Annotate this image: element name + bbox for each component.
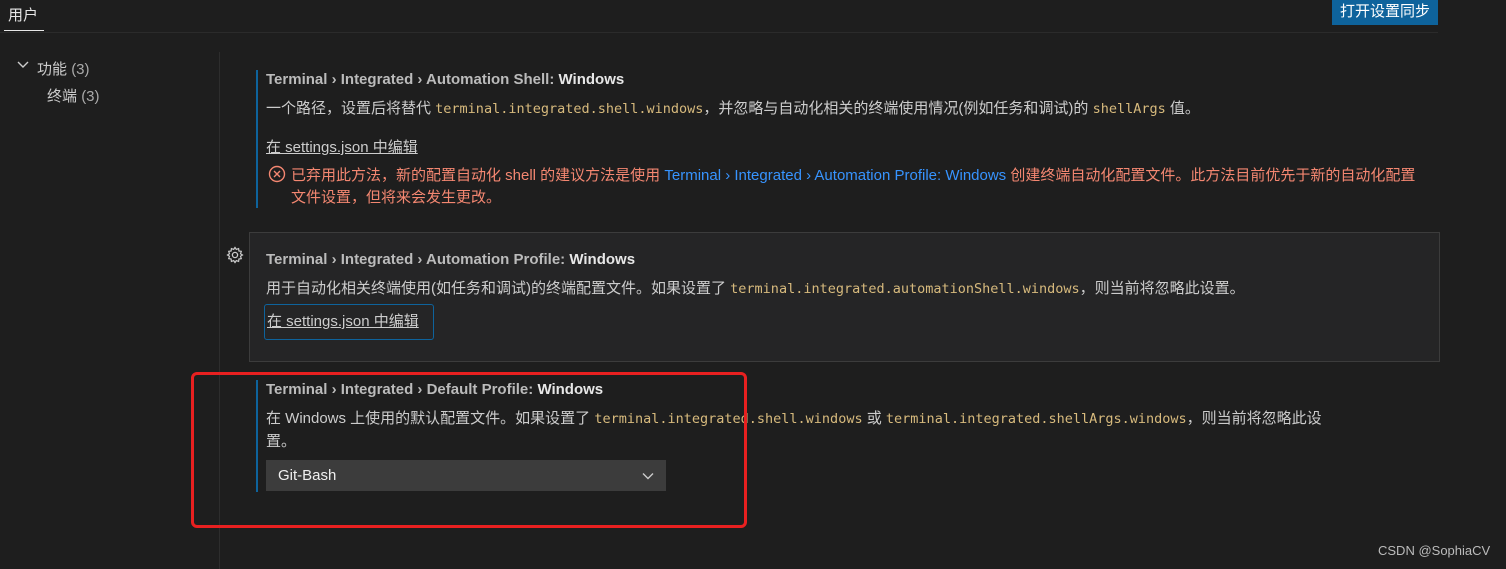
gear-icon[interactable] — [226, 246, 244, 268]
toc-item-count: (3) — [81, 88, 100, 105]
setting-title: Terminal › Integrated › Automation Profi… — [266, 251, 635, 268]
setting-category: Terminal › Integrated › Automation Shell… — [266, 71, 555, 88]
code-ref: terminal.integrated.automationShell.wind… — [730, 281, 1080, 297]
setting-description: 用于自动化相关终端使用(如任务和调试)的终端配置文件。如果设置了 termina… — [266, 280, 1245, 297]
open-settings-sync-button[interactable]: 打开设置同步 — [1332, 0, 1438, 25]
setting-name: Windows — [569, 251, 636, 268]
edit-in-settings-json-link[interactable]: 在 settings.json 中编辑 — [264, 304, 434, 340]
setting-title: Terminal › Integrated › Automation Shell… — [266, 71, 624, 88]
highlight-box — [191, 372, 747, 528]
setting-description: 一个路径，设置后将替代 terminal.integrated.shell.wi… — [266, 100, 1200, 117]
toc-item-features[interactable]: 功能 (3) — [37, 58, 90, 79]
edit-in-settings-json-link[interactable]: 在 settings.json 中编辑 — [266, 136, 418, 157]
setting-name: Windows — [558, 71, 625, 88]
tab-user[interactable]: 用户 — [8, 4, 38, 25]
toc-item-label: 终端 — [47, 88, 78, 105]
toc-item-terminal[interactable]: 终端 (3) — [47, 85, 100, 106]
modified-indicator — [256, 70, 258, 208]
watermark: CSDN @SophiaCV — [1378, 543, 1491, 558]
code-ref: terminal.integrated.shell.windows — [435, 101, 704, 117]
code-ref: shellArgs — [1092, 101, 1166, 117]
deprecation-message: 已弃用此方法，新的配置自动化 shell 的建议方法是使用 Terminal ›… — [291, 167, 1416, 206]
deprecation-setting-link[interactable]: Terminal › Integrated › Automation Profi… — [664, 167, 1006, 184]
toc-item-label: 功能 — [37, 61, 68, 78]
header-divider — [0, 32, 1438, 33]
code-ref: terminal.integrated.shellArgs.windows — [885, 411, 1187, 427]
chevron-down-icon[interactable] — [16, 58, 30, 76]
setting-category: Terminal › Integrated › Automation Profi… — [266, 251, 566, 268]
tab-active-indicator — [4, 30, 44, 31]
error-circle-icon — [268, 165, 286, 187]
toc-item-count: (3) — [71, 61, 90, 78]
